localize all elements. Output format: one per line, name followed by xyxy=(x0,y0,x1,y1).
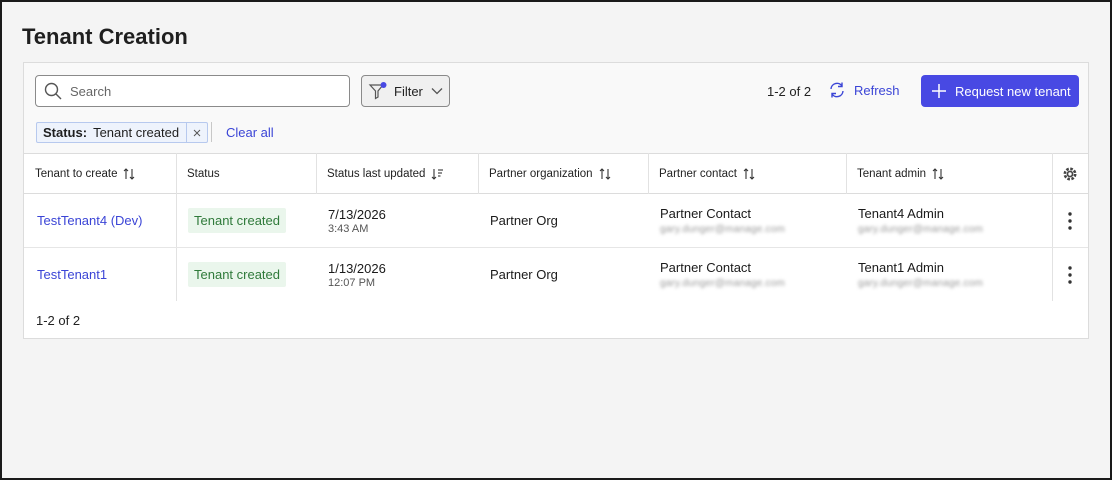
status-updated-cell: 1/13/2026 12:07 PM xyxy=(316,248,386,301)
clear-all-link[interactable]: Clear all xyxy=(226,125,274,140)
tenant-link[interactable]: TestTenant4 (Dev) xyxy=(37,213,143,228)
footer-result-count: 1-2 of 2 xyxy=(36,313,81,328)
status-time: 3:43 AM xyxy=(328,222,369,235)
partner-org-cell: Partner Org xyxy=(478,194,558,247)
chevron-down-icon xyxy=(431,88,443,95)
gear-icon xyxy=(1063,167,1077,181)
table-row: TestTenant4 (Dev) Tenant created 7/13/20… xyxy=(24,194,1088,248)
result-count: 1-2 of 2 xyxy=(767,84,812,99)
row-actions-button[interactable] xyxy=(1052,194,1088,247)
sort-icon xyxy=(599,168,610,180)
status-date: 1/13/2026 xyxy=(328,260,386,276)
filter-button-label: Filter xyxy=(394,83,423,99)
tenant-cell: TestTenant4 (Dev) xyxy=(24,194,143,247)
status-updated-cell: 7/13/2026 3:43 AM xyxy=(316,194,386,247)
tenant-link[interactable]: TestTenant1 xyxy=(37,267,107,282)
column-header-label: Partner organization xyxy=(489,168,593,180)
partner-contact-cell: Partner Contact gary.dunger@manage.com xyxy=(648,248,785,301)
request-new-tenant-label: Request new tenant xyxy=(955,83,1071,99)
column-divider xyxy=(648,153,649,194)
column-settings-button[interactable] xyxy=(1052,154,1088,194)
more-vertical-icon xyxy=(1068,211,1072,230)
status-time: 12:07 PM xyxy=(328,276,376,289)
search-input[interactable] xyxy=(70,83,340,99)
refresh-button[interactable]: Refresh xyxy=(828,81,900,99)
sort-descending-icon xyxy=(432,169,444,180)
sort-icon xyxy=(124,168,135,180)
plus-icon xyxy=(932,84,946,98)
remove-filter-button[interactable] xyxy=(186,123,207,142)
tenant-admin-email: gary.dunger@manage.com xyxy=(858,278,983,289)
column-header-label: Tenant to create xyxy=(35,168,118,180)
column-header-status-last-updated[interactable]: Status last updated xyxy=(316,154,478,194)
refresh-icon xyxy=(830,82,844,98)
tenant-cell: TestTenant1 xyxy=(24,248,107,301)
column-header-tenant[interactable]: Tenant to create xyxy=(24,154,176,194)
chip-value: Tenant created xyxy=(93,125,180,140)
refresh-label: Refresh xyxy=(854,82,900,98)
more-vertical-icon xyxy=(1068,265,1072,284)
column-divider xyxy=(478,153,479,194)
partner-org: Partner Org xyxy=(490,267,558,282)
partner-contact-email: gary.dunger@manage.com xyxy=(660,278,785,289)
status-badge: Tenant created xyxy=(188,208,287,233)
column-header-tenant-admin[interactable]: Tenant admin xyxy=(846,154,1052,194)
tenant-admin-name: Tenant4 Admin xyxy=(858,206,945,221)
column-divider xyxy=(316,153,317,194)
column-header-label: Tenant admin xyxy=(857,168,927,180)
column-header-label: Status last updated xyxy=(327,168,426,180)
search-icon xyxy=(44,82,62,100)
filter-button[interactable]: Filter xyxy=(361,75,450,107)
partner-contact-name: Partner Contact xyxy=(660,206,752,221)
status-filter-chip: Status: Tenant created xyxy=(36,122,209,143)
tenant-list-card: Filter 1-2 of 2 Refresh Request new tena… xyxy=(23,62,1089,339)
partner-org-cell: Partner Org xyxy=(478,248,558,301)
partner-org: Partner Org xyxy=(490,213,558,228)
request-new-tenant-button[interactable]: Request new tenant xyxy=(921,75,1079,107)
row-actions-button[interactable] xyxy=(1052,248,1088,301)
page-title: Tenant Creation xyxy=(22,24,188,49)
table-header: Tenant to create Status Status last upda… xyxy=(24,153,1088,194)
tenant-admin-cell: Tenant4 Admin gary.dunger@manage.com xyxy=(846,194,983,247)
chip-key: Status: xyxy=(43,125,88,140)
column-header-partner-contact[interactable]: Partner contact xyxy=(648,154,846,194)
tenant-admin-email: gary.dunger@manage.com xyxy=(858,224,983,235)
column-header-label: Status xyxy=(187,168,220,180)
column-header-status: Status xyxy=(176,154,316,194)
column-divider xyxy=(846,153,847,194)
partner-contact-name: Partner Contact xyxy=(660,260,752,275)
status-cell: Tenant created xyxy=(176,248,287,301)
close-icon xyxy=(193,129,201,136)
sort-icon xyxy=(932,168,944,180)
partner-contact-email: gary.dunger@manage.com xyxy=(660,224,785,235)
tenant-admin-cell: Tenant1 Admin gary.dunger@manage.com xyxy=(846,248,983,301)
status-badge: Tenant created xyxy=(188,262,287,287)
search-box[interactable] xyxy=(35,75,350,107)
tenant-table: Tenant to create Status Status last upda… xyxy=(24,153,1088,302)
column-header-label: Partner contact xyxy=(659,168,737,180)
status-cell: Tenant created xyxy=(176,194,287,247)
status-date: 7/13/2026 xyxy=(328,206,386,222)
column-header-partner-organization[interactable]: Partner organization xyxy=(478,154,648,194)
table-row: TestTenant1 Tenant created 1/13/2026 12:… xyxy=(24,248,1088,302)
toolbar: Filter 1-2 of 2 Refresh Request new tena… xyxy=(24,63,1088,153)
tenant-admin-name: Tenant1 Admin xyxy=(858,260,945,275)
sort-icon xyxy=(743,168,755,180)
filter-icon xyxy=(368,82,387,100)
chip-divider xyxy=(211,122,212,142)
partner-contact-cell: Partner Contact gary.dunger@manage.com xyxy=(648,194,785,247)
